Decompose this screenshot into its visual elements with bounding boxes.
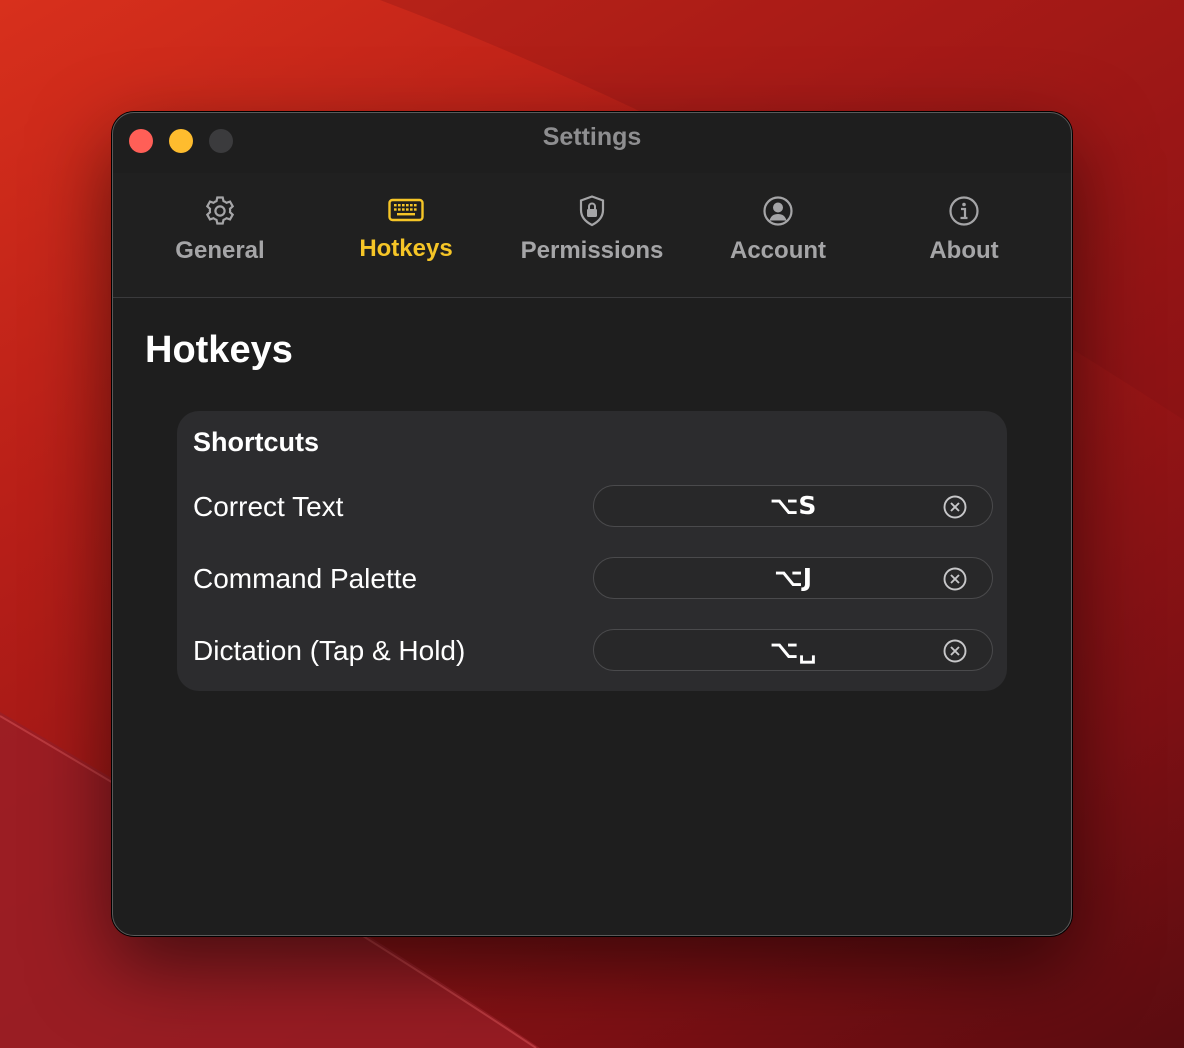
- tab-about-label: About: [929, 237, 999, 264]
- info-circle-icon: [949, 196, 979, 226]
- settings-window: Settings General Hotkeys Permissions Acc…: [112, 112, 1072, 936]
- shortcut-row-dictation: Dictation (Tap & Hold) ⌥␣: [193, 629, 993, 671]
- window-title: Settings: [542, 123, 642, 151]
- tab-bar: General Hotkeys Permissions Account Abou…: [113, 173, 1071, 298]
- clear-shortcut-icon[interactable]: [942, 494, 968, 520]
- person-circle-icon: [763, 196, 793, 226]
- shortcut-recorder[interactable]: ⌥␣: [593, 629, 993, 671]
- tab-general[interactable]: General: [130, 193, 310, 293]
- shortcut-value: ⌥J: [773, 563, 813, 592]
- tab-account-label: Account: [730, 237, 826, 264]
- keyboard-icon: [388, 198, 424, 222]
- shortcuts-heading: Shortcuts: [193, 427, 320, 457]
- shortcut-row-command-palette: Command Palette ⌥J: [193, 557, 993, 599]
- shield-lock-icon: [579, 195, 605, 227]
- clear-shortcut-icon[interactable]: [942, 638, 968, 664]
- tab-hotkeys[interactable]: Hotkeys: [316, 193, 496, 293]
- title-bar: Settings: [113, 113, 1071, 169]
- tab-permissions-label: Permissions: [520, 237, 664, 264]
- shortcuts-card: Shortcuts Correct Text ⌥S Command Palett…: [177, 411, 1007, 691]
- shortcut-value: ⌥␣: [769, 635, 817, 664]
- shortcut-value: ⌥S: [769, 491, 817, 520]
- shortcut-label: Command Palette: [193, 563, 418, 594]
- shortcut-label: Dictation (Tap & Hold): [193, 635, 466, 666]
- shortcut-label: Correct Text: [193, 491, 344, 522]
- gear-icon: [205, 196, 235, 225]
- shortcut-recorder[interactable]: ⌥J: [593, 557, 993, 599]
- page-title: Hotkeys: [145, 329, 293, 371]
- tab-hotkeys-label: Hotkeys: [359, 235, 453, 262]
- tab-about[interactable]: About: [874, 193, 1054, 293]
- shortcut-row-correct-text: Correct Text ⌥S: [193, 485, 993, 527]
- clear-shortcut-icon[interactable]: [942, 566, 968, 592]
- tab-account[interactable]: Account: [688, 193, 868, 293]
- tab-general-label: General: [175, 237, 265, 264]
- shortcut-recorder[interactable]: ⌥S: [593, 485, 993, 527]
- tab-permissions[interactable]: Permissions: [502, 193, 682, 293]
